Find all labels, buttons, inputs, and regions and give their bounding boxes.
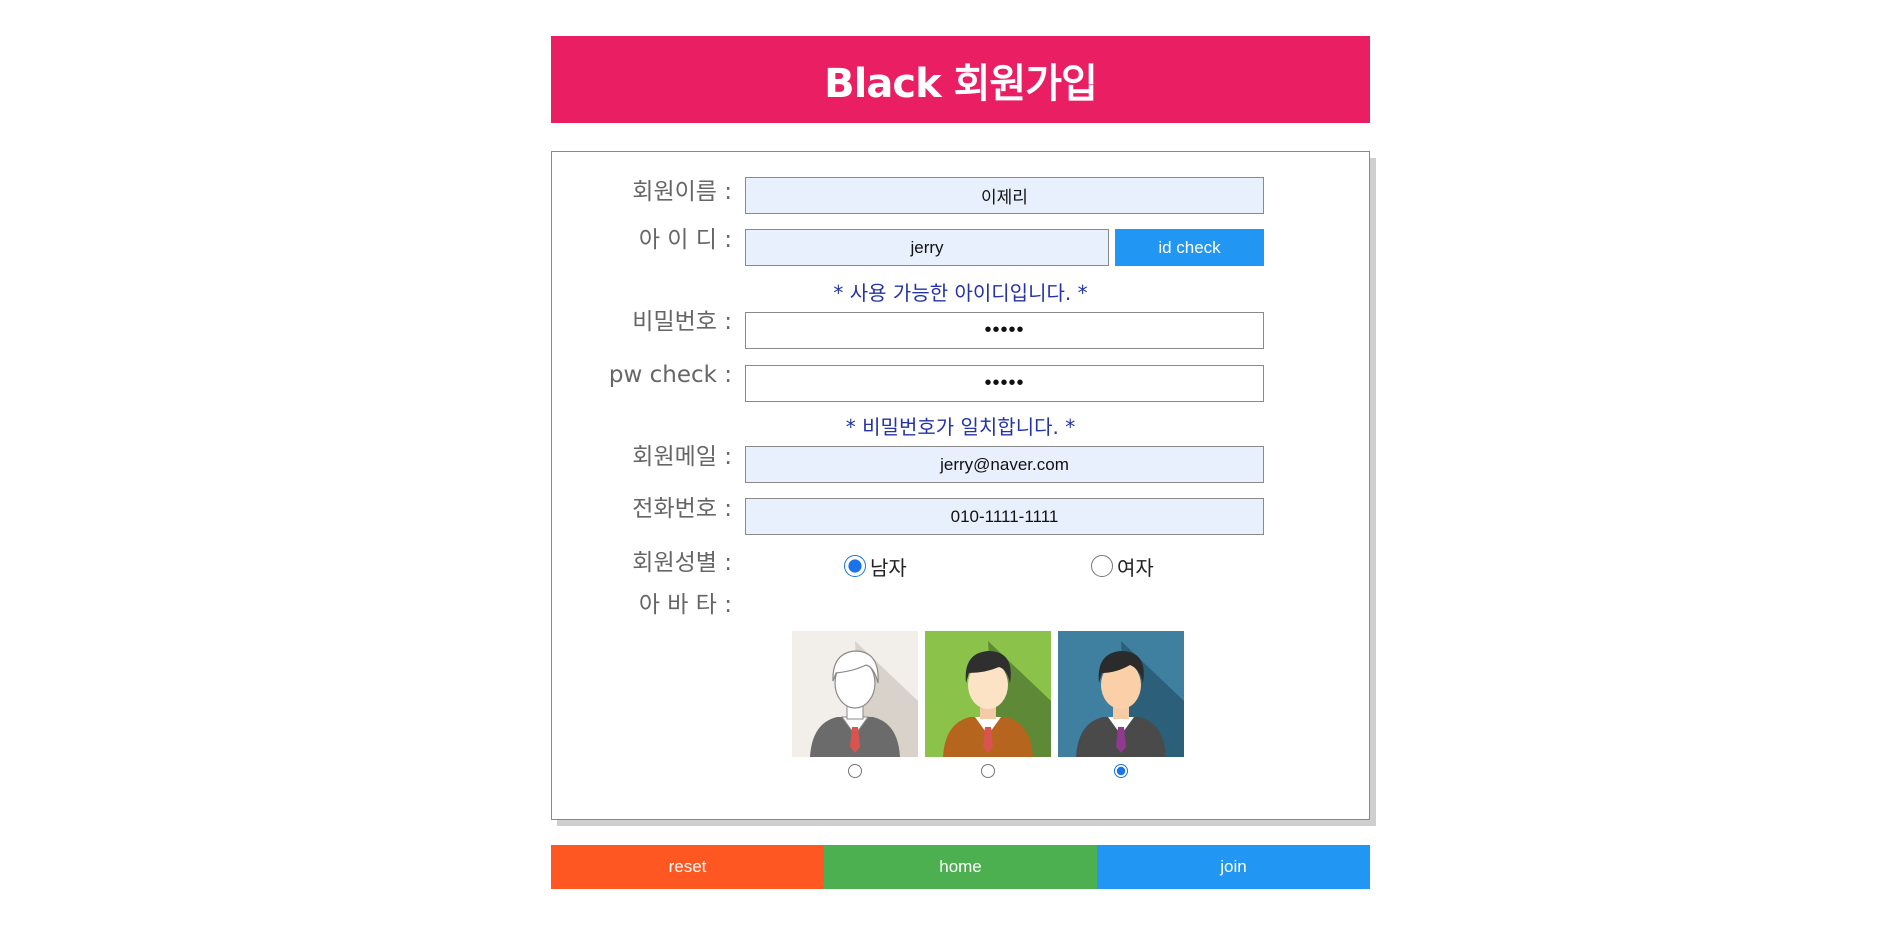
gender-female-radio[interactable] <box>1091 555 1113 577</box>
gender-male-label: 남자 <box>870 556 907 580</box>
pw-check-input[interactable] <box>745 365 1264 402</box>
name-label: 회원이름 : <box>632 179 732 205</box>
signup-form: 회원이름 : 아 이 디 : id check * 사용 가능한 아이디입니다.… <box>551 151 1370 820</box>
gender-female-label: 여자 <box>1117 556 1154 580</box>
action-bar: reset home join <box>551 845 1370 889</box>
avatar-label: 아 바 타 : <box>638 592 732 618</box>
avatar-white-radio[interactable] <box>848 764 862 778</box>
id-check-button[interactable]: id check <box>1115 229 1264 266</box>
avatar-white-icon[interactable] <box>792 631 918 757</box>
avatar-blue-icon[interactable] <box>1058 631 1184 757</box>
join-button[interactable]: join <box>1097 845 1370 889</box>
pw-check-label: pw check : <box>608 362 732 388</box>
id-available-message: * 사용 가능한 아이디입니다. * <box>833 281 1088 305</box>
reset-button[interactable]: reset <box>551 845 824 889</box>
gender-male-radio[interactable] <box>844 555 866 577</box>
pw-match-message: * 비밀번호가 일치합니다. * <box>845 415 1076 439</box>
page-title: Black 회원가입 <box>551 36 1370 123</box>
avatar-green-icon[interactable] <box>925 631 1051 757</box>
home-button[interactable]: home <box>824 845 1097 889</box>
id-input[interactable] <box>745 229 1109 266</box>
avatar-green-radio[interactable] <box>981 764 995 778</box>
email-label: 회원메일 : <box>632 444 732 470</box>
name-input[interactable] <box>745 177 1264 214</box>
avatar-blue-radio[interactable] <box>1114 764 1128 778</box>
email-input[interactable] <box>745 446 1264 483</box>
phone-label: 전화번호 : <box>632 496 732 522</box>
phone-input[interactable] <box>745 498 1264 535</box>
gender-label: 회원성별 : <box>632 550 732 576</box>
id-label: 아 이 디 : <box>638 227 732 253</box>
password-input[interactable] <box>745 312 1264 349</box>
password-label: 비밀번호 : <box>632 309 732 335</box>
